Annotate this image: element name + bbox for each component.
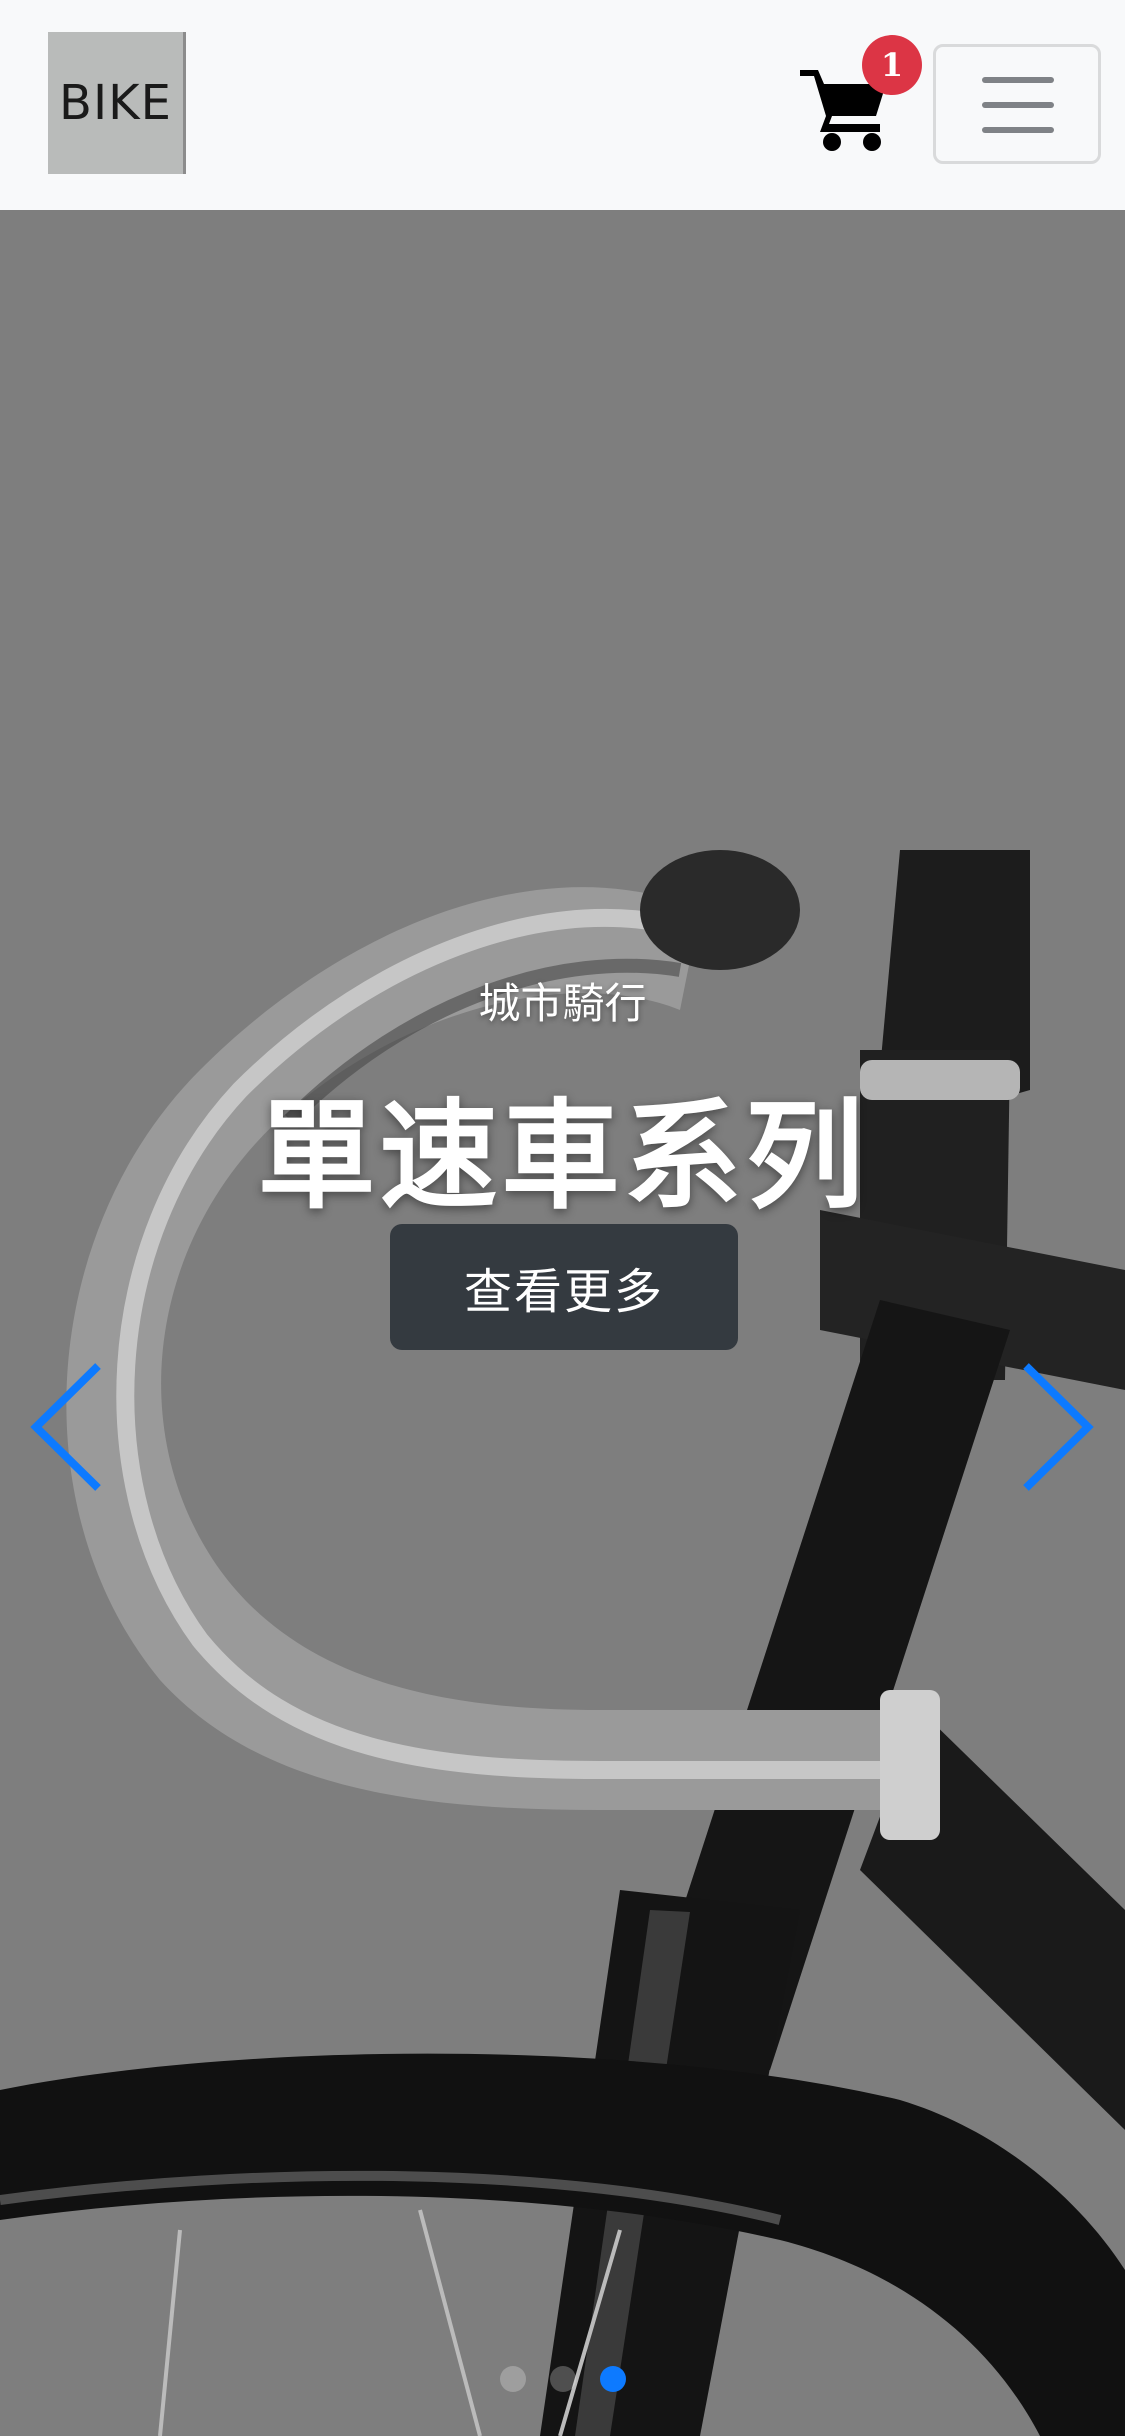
hero-carousel: 城市騎行 單速車系列 查看更多 [0,210,1125,2436]
hamburger-menu-icon [982,77,1054,83]
carousel-next-button[interactable] [1016,1362,1096,1492]
hero-subtitle: 城市騎行 [478,979,647,1028]
brand-logo[interactable]: BIKE [48,32,186,174]
chevron-left-icon [30,1363,101,1491]
carousel-indicator-3-active[interactable] [600,2366,626,2392]
hamburger-line [982,102,1054,108]
brand-logo-text: BIKE [59,75,172,131]
carousel-indicator-2[interactable] [550,2366,576,2392]
hamburger-line [982,127,1054,133]
view-more-button[interactable]: 查看更多 [390,1224,738,1350]
menu-toggle-button[interactable] [933,44,1101,164]
carousel-indicator-1[interactable] [500,2366,526,2392]
cart-count-badge: 1 [862,35,922,95]
hero-title: 單速車系列 [257,1086,868,1225]
carousel-indicators [0,2366,1125,2396]
navbar: BIKE 1 [0,0,1125,210]
carousel-prev-button[interactable] [28,1362,108,1492]
chevron-right-icon [1023,1363,1094,1491]
